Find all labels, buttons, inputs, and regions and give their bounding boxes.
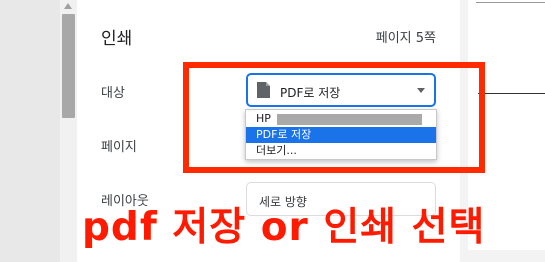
scroll-thumb[interactable]: [62, 14, 75, 118]
preview-divider: [478, 93, 545, 94]
left-gutter: [0, 0, 60, 262]
vertical-scrollbar[interactable]: [60, 0, 77, 262]
annotation-text: pdf 저장 or 인쇄 선택: [82, 205, 486, 250]
destination-label: 대상: [101, 86, 125, 101]
pages-label: 페이지: [101, 140, 137, 155]
highlight-box: [183, 62, 485, 173]
scroll-up-arrow-icon[interactable]: [64, 3, 72, 9]
preview-divider: [476, 2, 545, 3]
dialog-title: 인쇄: [101, 29, 133, 49]
page-count: 페이지 5쪽: [375, 31, 436, 46]
